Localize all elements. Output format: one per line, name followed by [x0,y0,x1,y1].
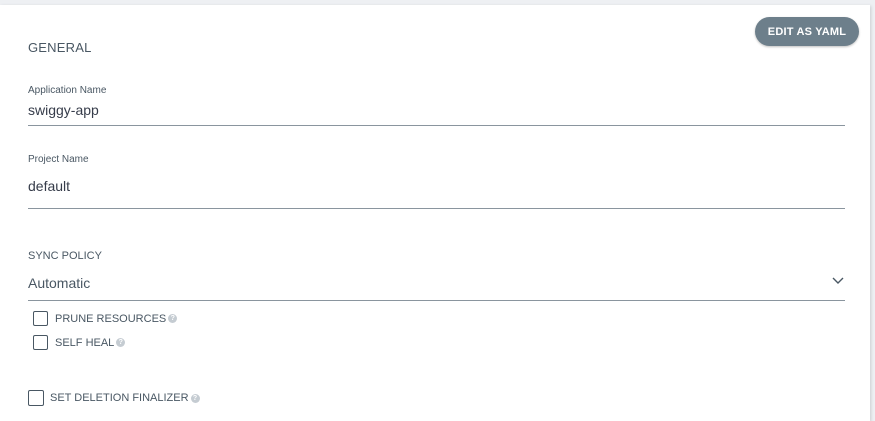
help-circle-icon[interactable]: ? [168,314,178,323]
project-name-field[interactable]: Project Name default [28,147,845,209]
project-name-value[interactable]: default [28,178,70,194]
prune-resources-option[interactable]: PRUNE RESOURCES ? [33,311,178,326]
application-name-label: Application Name [28,85,107,96]
prune-resources-checkbox[interactable] [33,311,48,326]
chevron-down-icon[interactable] [831,274,845,286]
deletion-finalizer-label: SET DELETION FINALIZER [50,392,189,404]
sync-policy-selected-value: Automatic [28,275,91,291]
sync-policy-select[interactable]: Automatic [28,268,845,301]
help-circle-icon[interactable]: ? [190,393,200,403]
general-panel: GENERAL EDIT AS YAML Application Name sw… [0,5,870,421]
edit-as-yaml-button[interactable]: EDIT AS YAML [755,17,859,46]
deletion-finalizer-option[interactable]: SET DELETION FINALIZER ? [28,390,200,406]
application-name-field[interactable]: Application Name swiggy-app [28,78,845,126]
section-title-general: GENERAL [28,40,92,55]
self-heal-label: SELF HEAL [55,336,115,349]
application-name-value[interactable]: swiggy-app [28,102,99,118]
deletion-finalizer-checkbox[interactable] [28,390,44,406]
prune-resources-label: PRUNE RESOURCES [55,312,167,325]
self-heal-checkbox[interactable] [33,335,48,350]
project-name-label: Project Name [28,154,89,165]
help-circle-icon[interactable]: ? [116,338,126,347]
self-heal-option[interactable]: SELF HEAL ? [33,335,126,350]
sync-policy-label: SYNC POLICY [28,250,102,262]
